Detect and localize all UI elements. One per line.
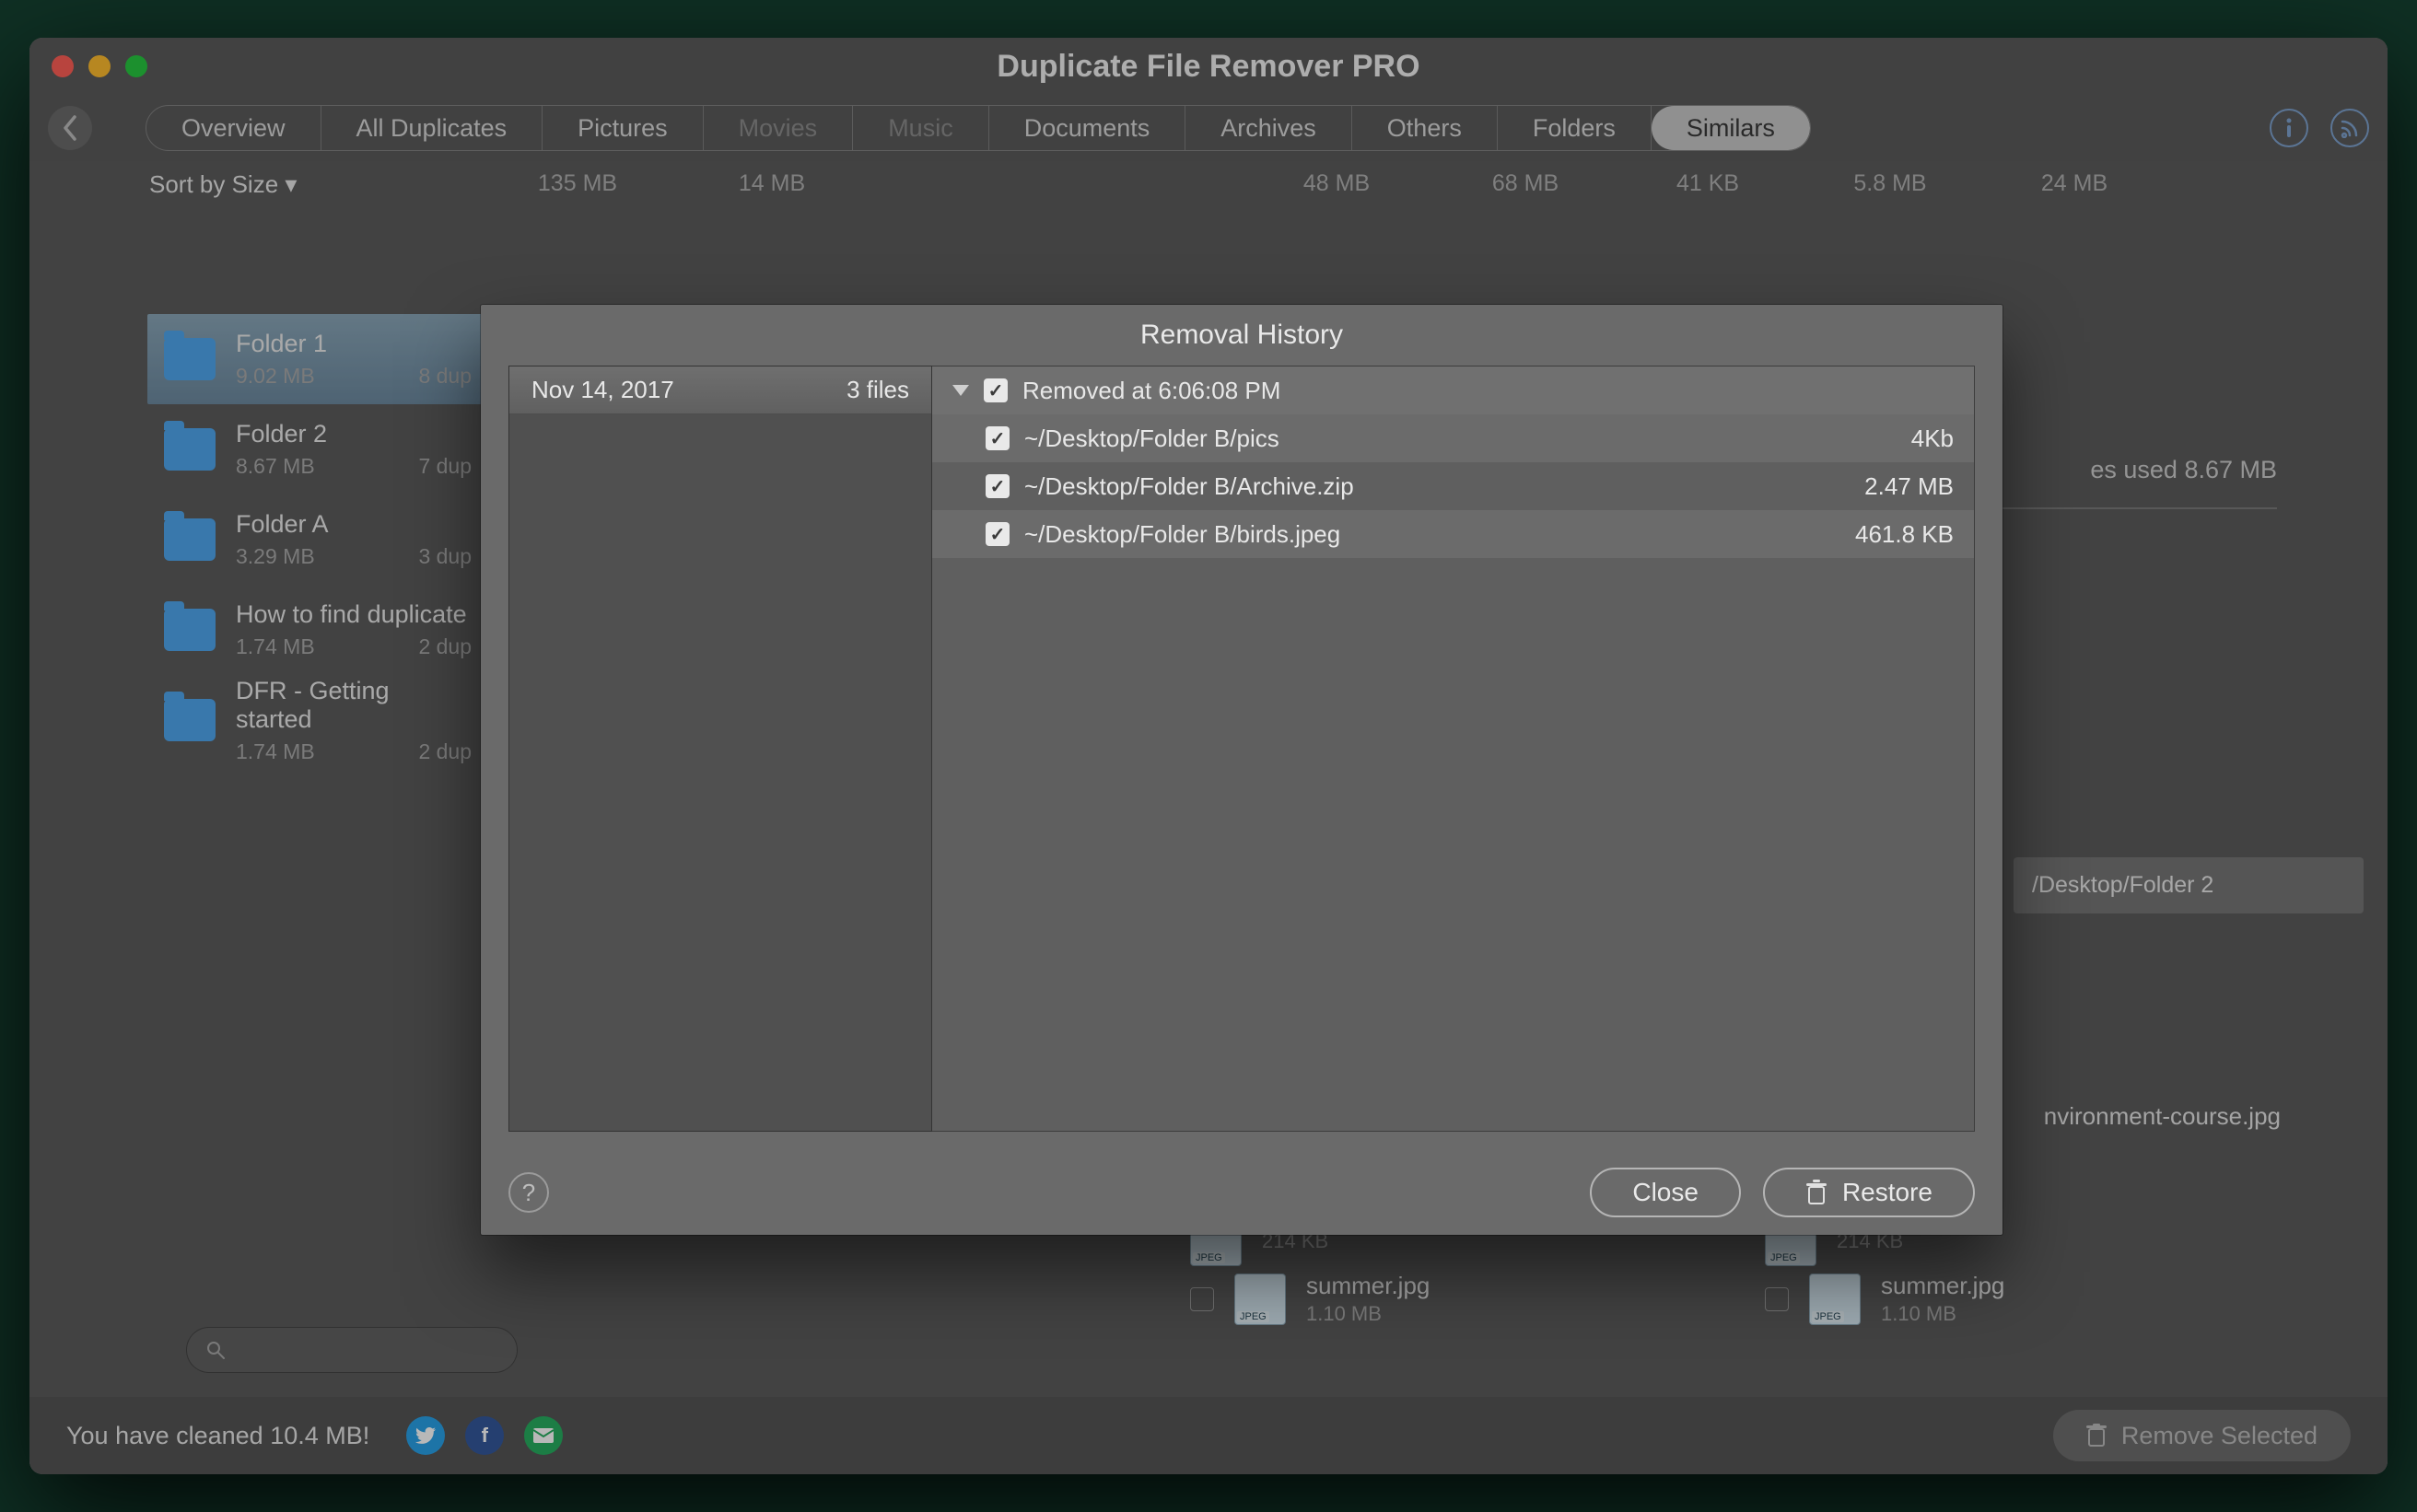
history-group-header[interactable]: ✓ Removed at 6:06:08 PM <box>932 366 1974 414</box>
disclosure-triangle-icon[interactable] <box>952 385 969 396</box>
app-window: Duplicate File Remover PRO Overview All … <box>29 38 2388 1474</box>
size-movies <box>864 170 1052 197</box>
usage-text: es used 8.67 MB <box>2090 456 2277 484</box>
image-thumb-icon <box>1809 1274 1861 1325</box>
checkbox[interactable] <box>1765 1287 1789 1311</box>
removal-history-modal: Removal History Nov 14, 2017 3 files ✓ R… <box>481 305 2002 1235</box>
folder-icon <box>164 338 216 380</box>
size-pictures: 14 MB <box>680 170 864 197</box>
history-file-row[interactable]: ✓ ~/Desktop/Folder B/pics 4Kb <box>932 414 1974 462</box>
folder-list: Folder 1 9.02 MB8 dup Folder 2 8.67 MB7 … <box>147 314 488 765</box>
tab-others[interactable]: Others <box>1352 106 1498 150</box>
tab-documents[interactable]: Documents <box>989 106 1186 150</box>
close-button[interactable]: Close <box>1590 1168 1741 1217</box>
restore-button[interactable]: Restore <box>1763 1168 1975 1217</box>
size-music <box>1052 170 1240 197</box>
checkbox[interactable]: ✓ <box>986 522 1010 546</box>
size-folders: 5.8 MB <box>1798 170 1982 197</box>
titlebar: Duplicate File Remover PRO <box>29 38 2388 95</box>
folder-name: Folder 1 <box>236 330 472 358</box>
history-file-row[interactable]: ✓ ~/Desktop/Folder B/birds.jpeg 461.8 KB <box>932 510 1974 558</box>
folder-item[interactable]: DFR - Getting started 1.74 MB2 dup <box>147 675 488 765</box>
facebook-icon[interactable]: f <box>465 1416 504 1455</box>
modal-title: Removal History <box>481 305 2002 366</box>
tab-movies[interactable]: Movies <box>704 106 854 150</box>
folder-icon <box>164 428 216 471</box>
size-others: 41 KB <box>1617 170 1798 197</box>
tab-folders[interactable]: Folders <box>1498 106 1652 150</box>
info-icon[interactable] <box>2270 109 2308 147</box>
folder-icon <box>164 609 216 651</box>
tab-music[interactable]: Music <box>853 106 989 150</box>
history-session-row[interactable]: Nov 14, 2017 3 files <box>509 366 931 414</box>
remove-selected-button[interactable]: Remove Selected <box>2053 1410 2351 1461</box>
window-title: Duplicate File Remover PRO <box>29 49 2388 85</box>
history-sessions-list: Nov 14, 2017 3 files <box>508 366 932 1132</box>
size-documents: 48 MB <box>1240 170 1433 197</box>
checkbox[interactable]: ✓ <box>986 474 1010 498</box>
tab-archives[interactable]: Archives <box>1185 106 1352 150</box>
search-icon <box>205 1340 226 1360</box>
sort-dropdown[interactable]: Sort by Size ▾ <box>149 170 297 199</box>
search-input[interactable] <box>186 1327 518 1373</box>
twitter-icon[interactable] <box>406 1416 445 1455</box>
folder-item[interactable]: Folder A 3.29 MB3 dup <box>147 494 488 585</box>
tab-all-duplicates[interactable]: All Duplicates <box>321 106 543 150</box>
category-tabs: Overview All Duplicates Pictures Movies … <box>146 105 1811 151</box>
help-button[interactable]: ? <box>508 1172 549 1213</box>
email-icon[interactable] <box>524 1416 563 1455</box>
checkbox[interactable] <box>1190 1287 1214 1311</box>
trash-icon <box>1805 1180 1827 1205</box>
history-files-list: ✓ Removed at 6:06:08 PM ✓ ~/Desktop/Fold… <box>932 366 1975 1132</box>
folder-icon <box>164 518 216 561</box>
image-thumb-icon <box>1234 1274 1286 1325</box>
size-archives: 68 MB <box>1433 170 1617 197</box>
path-row[interactable]: /Desktop/Folder 2 <box>2014 857 2364 913</box>
tab-overview[interactable]: Overview <box>146 106 321 150</box>
toolbar: Overview All Duplicates Pictures Movies … <box>29 95 2388 161</box>
back-button[interactable] <box>48 106 92 150</box>
tab-similars[interactable]: Similars <box>1652 106 1810 150</box>
folder-icon <box>164 699 216 741</box>
checkbox[interactable]: ✓ <box>984 378 1008 402</box>
trash-icon <box>2086 1424 2107 1448</box>
size-all: 135 MB <box>475 170 680 197</box>
tab-pictures[interactable]: Pictures <box>543 106 704 150</box>
checkbox[interactable]: ✓ <box>986 426 1010 450</box>
rss-icon[interactable] <box>2330 109 2369 147</box>
size-similars: 24 MB <box>1982 170 2166 197</box>
file-name-partial: nvironment-course.jpg <box>2044 1102 2281 1131</box>
footer: You have cleaned 10.4 MB! f Remove Selec… <box>29 1397 2388 1474</box>
folder-item[interactable]: Folder 2 8.67 MB7 dup <box>147 404 488 494</box>
history-file-row[interactable]: ✓ ~/Desktop/Folder B/Archive.zip 2.47 MB <box>932 462 1974 510</box>
folder-item[interactable]: Folder 1 9.02 MB8 dup <box>147 314 488 404</box>
cleaned-message: You have cleaned 10.4 MB! <box>66 1422 369 1450</box>
folder-item[interactable]: How to find duplicate 1.74 MB2 dup <box>147 585 488 675</box>
